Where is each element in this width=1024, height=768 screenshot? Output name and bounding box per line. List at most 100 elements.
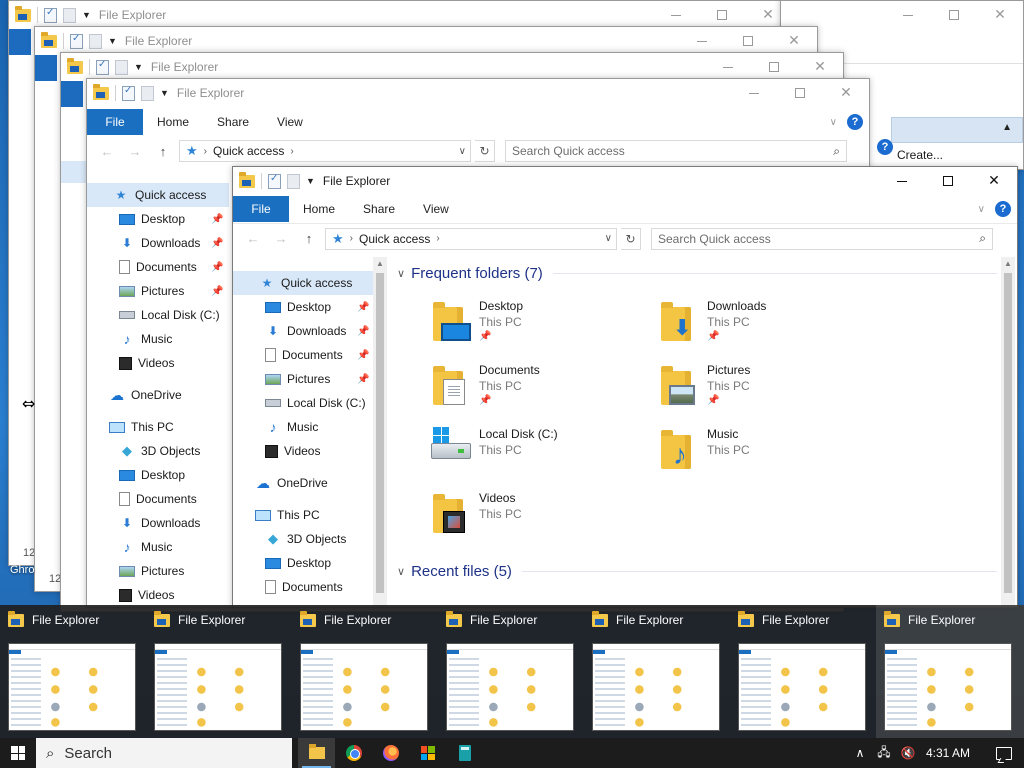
- title-bar[interactable]: ✕: [781, 1, 1023, 29]
- create-link[interactable]: Create...: [897, 148, 943, 162]
- chevron-down-icon[interactable]: ▼: [108, 36, 117, 46]
- back-arrow-icon[interactable]: ←: [95, 144, 119, 159]
- tab-view[interactable]: View: [409, 196, 463, 222]
- nav-item-local-disk[interactable]: Local Disk (C:): [233, 391, 373, 415]
- thumbnail-window[interactable]: File Explorer: [876, 605, 1024, 738]
- forward-arrow-icon[interactable]: →: [123, 144, 147, 159]
- address-bar[interactable]: ★ › Quick access › ∨: [179, 140, 471, 162]
- breadcrumb-chevron-icon[interactable]: ›: [436, 233, 439, 244]
- frequent-folders-header[interactable]: ∨ Frequent folders (7): [397, 265, 997, 282]
- minimize-button[interactable]: [705, 53, 751, 81]
- properties-icon[interactable]: [44, 7, 57, 23]
- thumbnail-image[interactable]: [300, 643, 428, 731]
- nav-item-downloads[interactable]: ⬇ Downloads 📌: [233, 319, 373, 343]
- folder-tile-local-disk[interactable]: Local Disk (C:) This PC: [431, 427, 558, 471]
- scrollbar-thumb[interactable]: [376, 273, 384, 593]
- title-bar[interactable]: ▼ File Explorer ✕: [87, 79, 869, 107]
- nav-item-documents[interactable]: Documents 📌: [233, 343, 373, 367]
- folder-tile-music[interactable]: ♪ Music This PC: [659, 427, 750, 471]
- breadcrumb-chevron-icon[interactable]: ›: [204, 146, 207, 157]
- up-arrow-icon[interactable]: ↑: [151, 144, 175, 159]
- close-button[interactable]: ✕: [977, 1, 1023, 29]
- volume-muted-icon[interactable]: 🔇: [896, 746, 920, 760]
- nav-item-music[interactable]: ♪ Music: [87, 535, 229, 559]
- chevron-down-icon[interactable]: ▼: [134, 62, 143, 72]
- new-folder-icon[interactable]: [89, 33, 102, 49]
- search-input[interactable]: Search Quick access ⌕: [505, 140, 847, 162]
- thumbnail-image[interactable]: [738, 643, 866, 731]
- show-hidden-icons-chevron-icon[interactable]: ∧: [848, 746, 872, 760]
- thumbnail-image[interactable]: [154, 643, 282, 731]
- nav-item-desktop[interactable]: Desktop: [87, 463, 229, 487]
- thumbnail-window[interactable]: File Explorer: [292, 605, 432, 738]
- chevron-down-icon[interactable]: ▼: [306, 176, 315, 186]
- maximize-button[interactable]: [931, 1, 977, 29]
- clock[interactable]: 4:31 AM: [920, 746, 984, 760]
- folder-tile-pictures[interactable]: Pictures This PC 📌: [659, 363, 750, 407]
- thumbnail-window[interactable]: File Explorer: [438, 605, 578, 738]
- title-bar[interactable]: ▼ File Explorer ✕: [9, 1, 791, 29]
- tab-share[interactable]: Share: [349, 196, 409, 222]
- chevron-down-icon[interactable]: ▼: [82, 10, 91, 20]
- nav-item-documents[interactable]: Documents: [87, 487, 229, 511]
- title-bar[interactable]: ▼ File Explorer ✕: [61, 53, 843, 81]
- tab-home[interactable]: Home: [143, 109, 203, 135]
- explorer-window-active[interactable]: ▼ File Explorer ✕ File Home Share View ∨…: [232, 166, 1018, 608]
- start-button[interactable]: [0, 738, 36, 768]
- folder-tile-desktop[interactable]: Desktop This PC 📌: [431, 299, 523, 343]
- back-arrow-icon[interactable]: ←: [241, 231, 265, 246]
- taskbar-chrome[interactable]: [335, 738, 372, 768]
- maximize-button[interactable]: [925, 167, 971, 195]
- minimize-button[interactable]: [679, 27, 725, 55]
- minimize-button[interactable]: [653, 1, 699, 29]
- breadcrumb[interactable]: Quick access: [359, 232, 430, 246]
- search-input[interactable]: Search Quick access ⌕: [651, 227, 993, 250]
- scrollbar-thumb[interactable]: [1004, 273, 1012, 593]
- address-bar[interactable]: ★ › Quick access › ∨: [325, 227, 617, 250]
- content-scrollbar[interactable]: ▲: [1001, 257, 1015, 607]
- nav-item-documents[interactable]: Documents: [233, 575, 373, 599]
- expand-ribbon-icon[interactable]: ∨: [830, 117, 837, 128]
- pin-icon[interactable]: 📌: [211, 238, 223, 249]
- folder-tile-documents[interactable]: Documents This PC 📌: [431, 363, 540, 407]
- history-dropdown-icon[interactable]: ∨: [459, 146, 470, 157]
- tab-share[interactable]: Share: [203, 109, 263, 135]
- new-folder-icon[interactable]: [287, 173, 300, 189]
- nav-item-this-pc[interactable]: This PC: [233, 503, 373, 527]
- nav-scrollbar[interactable]: ▲: [373, 257, 387, 607]
- title-bar[interactable]: ▼ File Explorer ✕: [35, 27, 817, 55]
- minimize-button[interactable]: [885, 1, 931, 29]
- scroll-up-icon[interactable]: ▲: [373, 257, 387, 271]
- taskbar-windows-store[interactable]: [409, 738, 446, 768]
- folder-tile-videos[interactable]: Videos This PC: [431, 491, 522, 535]
- tab-view[interactable]: View: [263, 109, 317, 135]
- nav-item-pictures[interactable]: Pictures 📌: [87, 279, 229, 303]
- nav-item-desktop[interactable]: Desktop: [233, 551, 373, 575]
- folder-tile-downloads[interactable]: ⬇ Downloads This PC 📌: [659, 299, 766, 343]
- tab-file[interactable]: File: [233, 196, 289, 222]
- nav-item-desktop[interactable]: Desktop 📌: [233, 295, 373, 319]
- thumbnail-image[interactable]: [8, 643, 136, 731]
- maximize-button[interactable]: [777, 79, 823, 107]
- pin-icon[interactable]: 📌: [211, 262, 223, 273]
- nav-item-downloads[interactable]: ⬇ Downloads: [87, 511, 229, 535]
- taskbar-calculator[interactable]: [446, 738, 483, 768]
- nav-item-onedrive[interactable]: ☁ OneDrive: [233, 471, 373, 495]
- thumbnail-window[interactable]: File Explorer: [730, 605, 870, 738]
- breadcrumb-chevron-icon[interactable]: ›: [290, 146, 293, 157]
- thumbnail-window[interactable]: File Explorer: [146, 605, 286, 738]
- pin-icon[interactable]: 📌: [357, 374, 369, 385]
- thumbnail-window[interactable]: File Explorer: [584, 605, 724, 738]
- refresh-button[interactable]: ↻: [621, 227, 641, 250]
- taskbar-search-box[interactable]: ⌕ Search: [36, 738, 292, 768]
- nav-item-desktop[interactable]: Desktop 📌: [87, 207, 229, 231]
- nav-item-music[interactable]: ♪ Music: [233, 415, 373, 439]
- nav-item-videos[interactable]: Videos: [87, 351, 229, 375]
- history-dropdown-icon[interactable]: ∨: [605, 233, 616, 244]
- nav-item-music[interactable]: ♪ Music: [87, 327, 229, 351]
- nav-item-videos[interactable]: Videos: [233, 439, 373, 463]
- nav-item-downloads[interactable]: ⬇ Downloads 📌: [87, 231, 229, 255]
- network-icon[interactable]: 🖧: [872, 743, 896, 764]
- close-button[interactable]: ✕: [797, 53, 843, 81]
- close-button[interactable]: ✕: [971, 167, 1017, 195]
